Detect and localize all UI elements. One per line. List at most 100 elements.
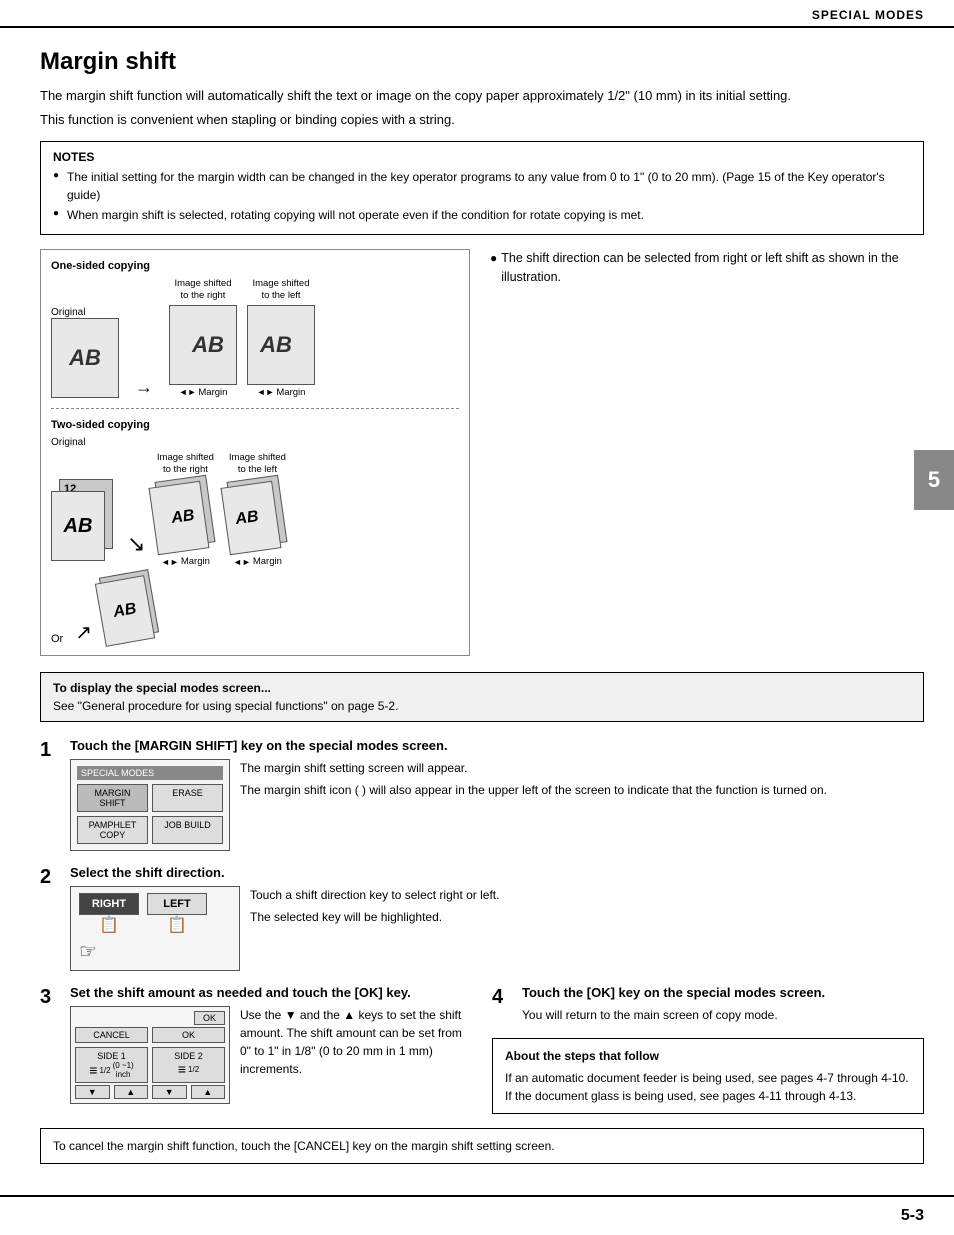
page-container: SPECIAL MODES Margin shift The margin sh… bbox=[0, 0, 954, 1235]
erase-btn[interactable]: ERASE bbox=[152, 784, 223, 812]
two-sided-original-label: Original bbox=[51, 437, 459, 448]
step-2-body: RIGHT 📋 LEFT 📋 ☞ bbox=[70, 886, 924, 971]
one-sided-title: One-sided copying bbox=[51, 260, 459, 272]
shifted-left-label: Image shiftedto the left bbox=[252, 278, 309, 303]
down-arrow-btn-2[interactable]: ▼ bbox=[152, 1085, 187, 1099]
step-3-text: Use the ▼ and the ▲ keys to set the shif… bbox=[240, 1006, 472, 1078]
two-sided-original: 12 AB bbox=[51, 479, 119, 567]
step-4-title: Touch the [OK] key on the special modes … bbox=[522, 985, 924, 1000]
dir-button-group-right: RIGHT 📋 bbox=[79, 893, 139, 935]
up-arrow-btn-1[interactable]: ▲ bbox=[114, 1085, 149, 1099]
notes-item-2: When margin shift is selected, rotating … bbox=[53, 206, 911, 224]
intro-text-1: The margin shift function will automatic… bbox=[40, 86, 924, 106]
screen-buttons-row1: MARGIN SHIFT ERASE bbox=[77, 784, 223, 812]
front-page2: AB bbox=[221, 481, 282, 556]
shift-ok-row: OK bbox=[75, 1011, 225, 1025]
up-arrow-btn-2[interactable]: ▲ bbox=[191, 1085, 226, 1099]
hand-icon: ☞ bbox=[79, 939, 231, 964]
right-btn[interactable]: RIGHT bbox=[79, 893, 139, 915]
side2-box: SIDE 2 ≡ 1/2 bbox=[152, 1047, 225, 1083]
shift-cancel-ok-row: CANCEL OK bbox=[75, 1027, 225, 1043]
page-footer: 5-3 bbox=[0, 1195, 954, 1235]
side1-fraction: 1/2 bbox=[99, 1066, 110, 1075]
main-content: Margin shift The margin shift function w… bbox=[0, 28, 954, 1184]
shifted-right-item: Image shiftedto the right AB ◄► Margin bbox=[169, 278, 237, 398]
one-sided-row: Original AB → Image shiftedto the right … bbox=[51, 278, 459, 409]
pamphlet-copy-btn[interactable]: PAMPHLET COPY bbox=[77, 816, 148, 844]
step-1-screen: SPECIAL MODES MARGIN SHIFT ERASE PAMPHLE… bbox=[70, 759, 230, 851]
margin-left-label: ◄► Margin bbox=[257, 387, 306, 398]
margin-right-label: ◄► Margin bbox=[179, 387, 228, 398]
side2-icon: ≡ bbox=[178, 1061, 186, 1077]
or-arrow: ↗ bbox=[75, 620, 92, 645]
step-1-content: Touch the [MARGIN SHIFT] key on the spec… bbox=[70, 738, 924, 851]
left-icon: 📋 bbox=[167, 915, 187, 935]
two-sided-title: Two-sided copying bbox=[51, 419, 459, 431]
steps-section: 1 Touch the [MARGIN SHIFT] key on the sp… bbox=[40, 738, 924, 1164]
step-1-text-2: The margin shift icon ( ) will also appe… bbox=[240, 781, 827, 799]
job-build-btn[interactable]: JOB BUILD bbox=[152, 816, 223, 844]
two-sided-row: 12 AB ↘ Image shiftedto the right AB bbox=[51, 452, 459, 568]
step-3-number: 3 bbox=[40, 985, 60, 1104]
job-build-label: JOB BUILD bbox=[157, 820, 218, 830]
side1-label: SIDE 1 bbox=[80, 1051, 143, 1061]
screen-buttons-row2: PAMPHLET COPY JOB BUILD bbox=[77, 816, 223, 844]
or-row: Or ↗ AB bbox=[51, 573, 459, 645]
ok-top-btn[interactable]: OK bbox=[194, 1011, 225, 1025]
chapter-number: 5 bbox=[928, 467, 940, 493]
step-2-text-2: The selected key will be highlighted. bbox=[250, 908, 499, 926]
shift-arrows-row: ▼ ▲ ▼ ▲ bbox=[75, 1085, 225, 1099]
steps-3-4-row: 3 Set the shift amount as needed and tou… bbox=[40, 985, 924, 1118]
shifted-right-paper: AB bbox=[169, 305, 237, 385]
step-4-text: You will return to the main screen of co… bbox=[522, 1006, 924, 1024]
two-sided-left-label: Image shiftedto the left bbox=[229, 452, 286, 477]
margin-shift-btn[interactable]: MARGIN SHIFT bbox=[77, 784, 148, 812]
two-sided-left-paper: AB bbox=[225, 478, 289, 554]
header-title: SPECIAL MODES bbox=[812, 8, 924, 22]
down-arrow-btn-1[interactable]: ▼ bbox=[75, 1085, 110, 1099]
two-sided-margin-left: ◄► Margin bbox=[233, 556, 282, 567]
diagram-section: One-sided copying Original AB → Image sh… bbox=[40, 249, 924, 656]
or-front-paper: AB bbox=[95, 576, 155, 648]
about-steps-title: About the steps that follow bbox=[505, 1047, 911, 1065]
step-1-text-1: The margin shift setting screen will app… bbox=[240, 759, 827, 777]
step-3-title: Set the shift amount as needed and touch… bbox=[70, 985, 472, 1000]
screen-header: SPECIAL MODES bbox=[77, 766, 223, 780]
intro-text-2: This function is convenient when staplin… bbox=[40, 110, 924, 130]
step-2-screen: RIGHT 📋 LEFT 📋 ☞ bbox=[70, 886, 240, 971]
two-sided-right-label: Image shiftedto the right bbox=[157, 452, 214, 477]
side1-value: ≡ 1/2 (0 ~1)inch bbox=[80, 1061, 143, 1079]
side2-label: SIDE 2 bbox=[157, 1051, 220, 1061]
original-item: Original AB bbox=[51, 307, 119, 398]
about-steps-text: If an automatic document feeder is being… bbox=[505, 1069, 911, 1105]
shifted-right-label: Image shiftedto the right bbox=[174, 278, 231, 303]
shifted-left-item: Image shiftedto the left AB ◄► Margin bbox=[247, 278, 315, 398]
step-2-text: Touch a shift direction key to select ri… bbox=[250, 886, 499, 926]
original-paper: AB bbox=[51, 318, 119, 398]
step-1-body: SPECIAL MODES MARGIN SHIFT ERASE PAMPHLE… bbox=[70, 759, 924, 851]
shift-direction-note: ● The shift direction can be selected fr… bbox=[490, 249, 924, 287]
page-title: Margin shift bbox=[40, 48, 924, 76]
step-3-item: 3 Set the shift amount as needed and tou… bbox=[40, 985, 472, 1104]
two-sided-arrow: ↘ bbox=[127, 531, 145, 557]
front-paper: AB bbox=[51, 491, 105, 561]
cancel-note: To cancel the margin shift function, tou… bbox=[40, 1128, 924, 1164]
ok-btn[interactable]: OK bbox=[152, 1027, 225, 1043]
step-1: 1 Touch the [MARGIN SHIFT] key on the sp… bbox=[40, 738, 924, 851]
step-1-text: The margin shift setting screen will app… bbox=[240, 759, 827, 799]
or-paper: AB bbox=[100, 573, 160, 645]
to-display-title: To display the special modes screen... bbox=[53, 681, 911, 695]
step-4-content: Touch the [OK] key on the special modes … bbox=[522, 985, 924, 1024]
cancel-btn[interactable]: CANCEL bbox=[75, 1027, 148, 1043]
right-col: ● The shift direction can be selected fr… bbox=[490, 249, 924, 656]
direction-mockup: RIGHT 📋 LEFT 📋 ☞ bbox=[70, 886, 240, 971]
left-btn[interactable]: LEFT bbox=[147, 893, 207, 915]
left-col: One-sided copying Original AB → Image sh… bbox=[40, 249, 470, 656]
notes-box: NOTES The initial setting for the margin… bbox=[40, 141, 924, 235]
side2-value: ≡ 1/2 bbox=[157, 1061, 220, 1077]
side1-icon: ≡ bbox=[89, 1062, 97, 1078]
to-display-box: To display the special modes screen... S… bbox=[40, 672, 924, 722]
special-modes-screen: SPECIAL MODES MARGIN SHIFT ERASE PAMPHLE… bbox=[70, 759, 230, 851]
two-sided-margin-right: ◄► Margin bbox=[161, 556, 210, 567]
side2-fraction: 1/2 bbox=[188, 1065, 199, 1074]
